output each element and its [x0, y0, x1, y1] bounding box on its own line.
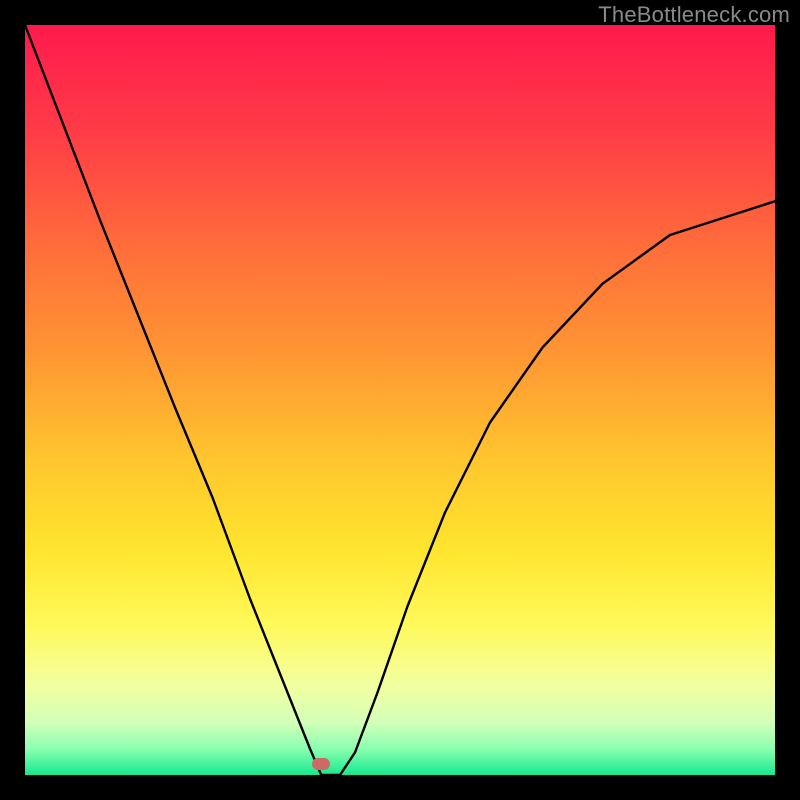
bottleneck-curve-path — [25, 25, 775, 775]
plot-area — [25, 25, 775, 775]
bottleneck-curve — [25, 25, 775, 775]
chart-frame: TheBottleneck.com — [0, 0, 800, 800]
optimal-marker — [312, 758, 330, 770]
